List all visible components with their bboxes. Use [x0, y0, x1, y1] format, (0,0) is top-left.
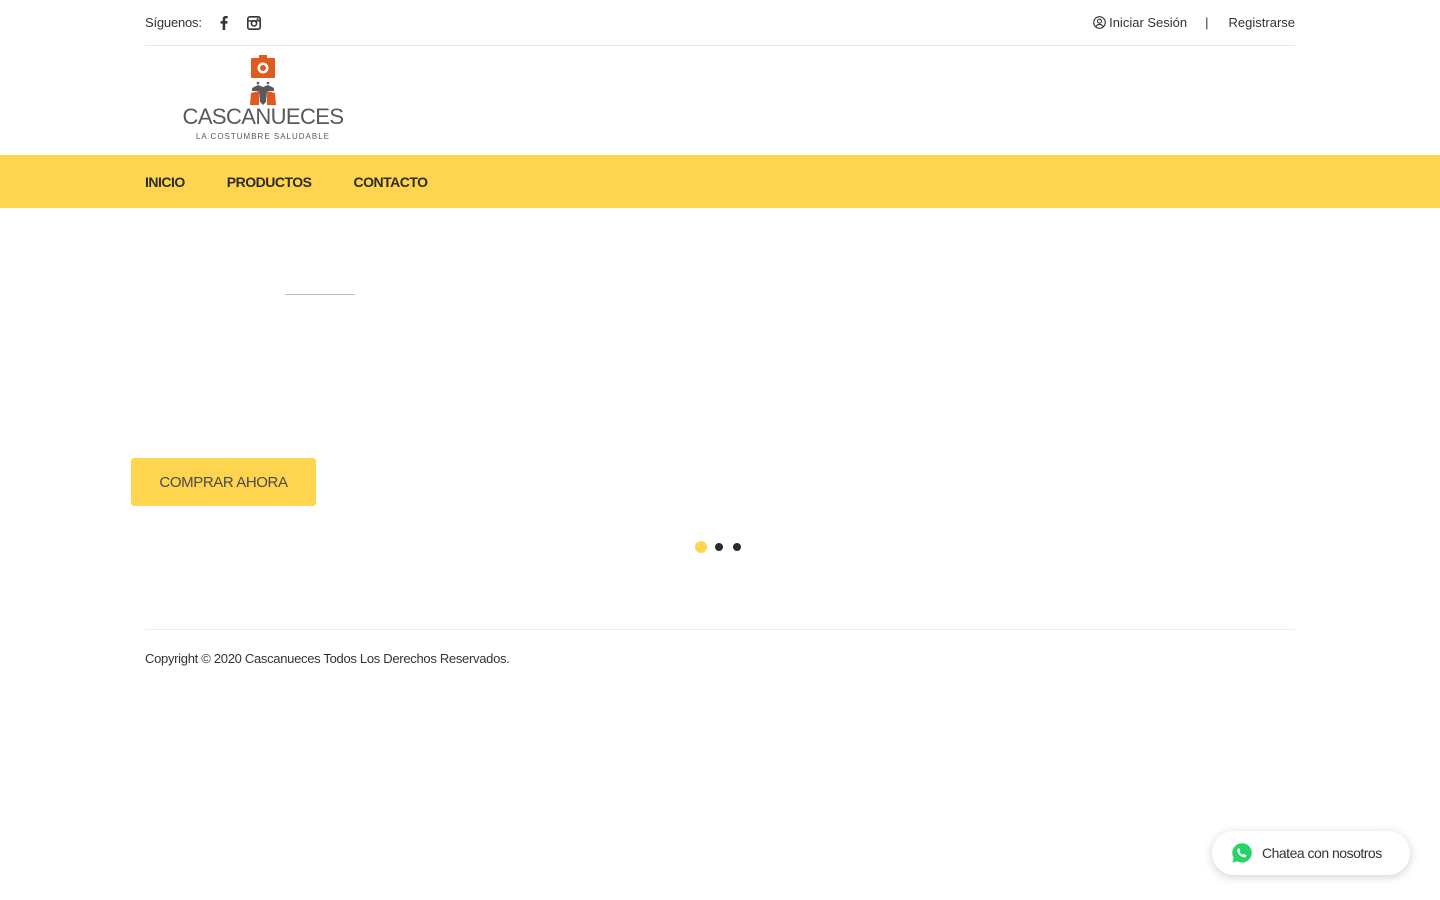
buy-now-button[interactable]: COMPRAR AHORA	[131, 458, 316, 506]
hero-divider	[285, 294, 355, 295]
nav-item-inicio[interactable]: INICIO	[145, 174, 185, 190]
main-nav: INICIO PRODUCTOS CONTACTO	[0, 155, 1440, 208]
login-label: Iniciar Sesión	[1109, 15, 1188, 30]
nav-list: INICIO PRODUCTOS CONTACTO	[145, 155, 470, 208]
logo-tagline: LA COSTUMBRE SALUDABLE	[195, 132, 331, 141]
chat-label: Chatea con nosotros	[1262, 845, 1382, 861]
site-logo[interactable]: CASCANUECES LA COSTUMBRE SALUDABLE	[182, 55, 344, 143]
nav-item-contacto[interactable]: CONTACTO	[353, 174, 428, 190]
slider-dot-3[interactable]	[733, 543, 741, 551]
whatsapp-chat-button[interactable]: Chatea con nosotros	[1212, 831, 1410, 875]
whatsapp-icon	[1231, 842, 1253, 864]
user-circle-icon	[1093, 16, 1106, 29]
facebook-icon[interactable]	[216, 15, 232, 31]
account-separator: |	[1205, 15, 1209, 30]
instagram-icon[interactable]	[246, 15, 262, 31]
register-link[interactable]: Registrarse	[1229, 15, 1295, 30]
follow-label: Síguenos:	[145, 15, 202, 30]
slider-dot-2[interactable]	[715, 543, 723, 551]
logo-brand-text: CASCANUECES	[182, 104, 344, 129]
footer-divider	[145, 629, 1295, 630]
nav-item-productos[interactable]: PRODUCTOS	[227, 174, 312, 190]
slider-dot-1[interactable]	[695, 541, 707, 553]
slider-pagination	[695, 541, 751, 553]
top-bar: Síguenos: Iniciar Sesión | Registrarse	[145, 0, 1295, 46]
nutcracker-logo-icon	[250, 55, 276, 105]
login-link[interactable]: Iniciar Sesión	[1093, 15, 1187, 30]
social-follow: Síguenos:	[145, 15, 262, 31]
account-links: Iniciar Sesión | Registrarse	[1093, 15, 1295, 30]
copyright-text: Copyright © 2020 Cascanueces Todos Los D…	[145, 651, 510, 666]
